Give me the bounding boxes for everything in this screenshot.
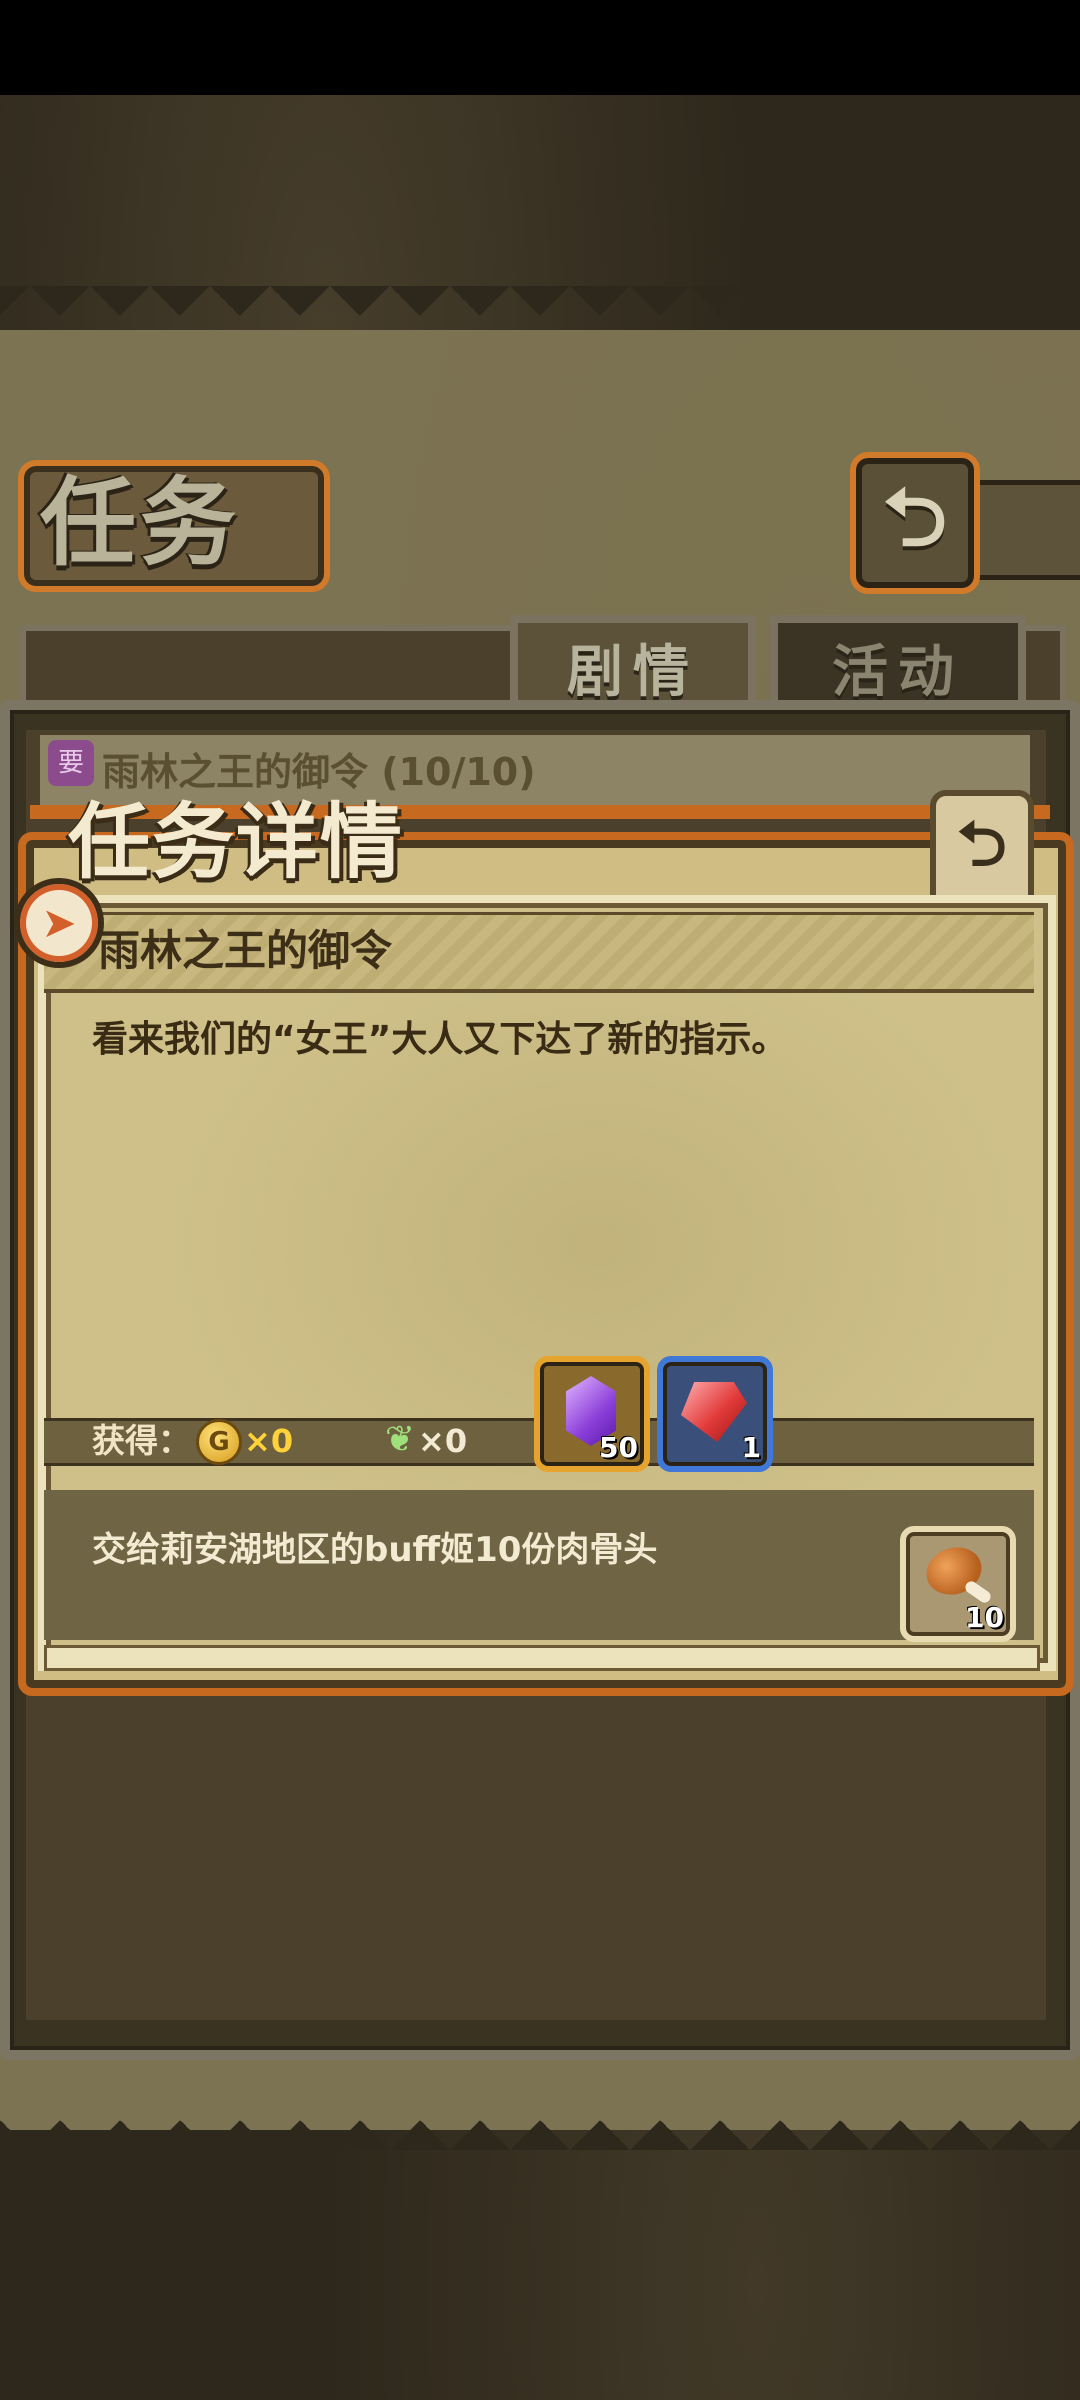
back-button[interactable]: ⮌: [850, 452, 980, 594]
gold-coin-icon: G: [196, 1419, 242, 1465]
back-button-rail: [965, 480, 1080, 580]
back-arrow-icon: ⮌: [957, 807, 1007, 880]
quest-marker-icon: ➤: [14, 878, 104, 968]
requirement-text: 交给莉安湖地区的buff姬10份肉骨头: [92, 1530, 658, 1570]
requirement-count: 10: [965, 1601, 1004, 1634]
quest-type-icon: 要: [48, 740, 94, 786]
requirement-slot-meat[interactable]: 10: [900, 1526, 1016, 1642]
dialog-close-button[interactable]: ⮌: [930, 790, 1034, 902]
dialog-title: 任务详情: [68, 795, 405, 890]
ruby-fragment-icon: [681, 1382, 747, 1442]
quest-name: 雨林之王的御令: [98, 926, 393, 975]
reward-slot-crystal[interactable]: 50: [534, 1356, 650, 1472]
board-edge-top: [0, 286, 1080, 346]
feather-icon: ❦: [384, 1419, 416, 1460]
board-edge-bottom: [0, 2090, 1080, 2150]
gold-reward-value: ×0: [244, 1422, 294, 1460]
page-title: 任务: [40, 467, 240, 579]
reward-slot-ruby[interactable]: 1: [657, 1356, 773, 1472]
reward-label: 获得：: [92, 1421, 191, 1460]
reward-count: 1: [741, 1431, 761, 1464]
dialog-bottom-rail: [44, 1645, 1040, 1671]
back-arrow-icon: ⮌: [882, 471, 948, 564]
status-bar: [0, 0, 1080, 95]
feather-reward-value: ×0: [418, 1422, 468, 1460]
reward-count: 50: [599, 1431, 638, 1464]
quest-description: 看来我们的“女王”大人又下达了新的指示。: [92, 1019, 788, 1060]
